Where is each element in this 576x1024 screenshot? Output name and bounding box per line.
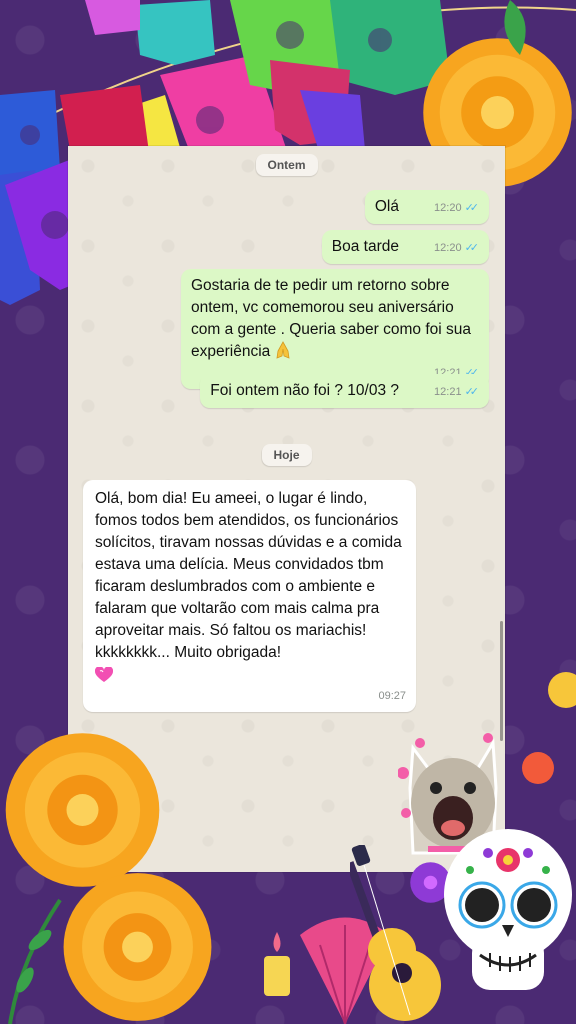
message-time: 12:20 xyxy=(434,202,462,214)
message-text-content: Gostaria de te pedir um retorno sobre on… xyxy=(191,277,472,360)
message-meta: 12:21 ✓✓ xyxy=(434,381,479,403)
message-text: Gostaria de te pedir um retorno sobre on… xyxy=(191,275,479,363)
message-text: Olá xyxy=(374,198,399,215)
double-check-icon: ✓✓ xyxy=(464,386,480,398)
pink-heart-emoji xyxy=(95,666,113,682)
message-text-content: Olá, bom dia! Eu ameei, o lugar é lindo,… xyxy=(95,490,402,661)
message-text: Boa tarde xyxy=(331,238,399,255)
message-time: 09:27 xyxy=(378,690,406,702)
double-check-icon: ✓✓ xyxy=(464,242,480,254)
cat-sticker[interactable] xyxy=(398,728,505,868)
date-divider-today: Hoje xyxy=(261,444,312,466)
message-bubble-incoming[interactable]: Olá, bom dia! Eu ameei, o lugar é lindo,… xyxy=(83,480,416,712)
message-time: 12:20 xyxy=(434,242,462,254)
message-bubble-outgoing[interactable]: Foi ontem não foi ? 10/03 ? 12:21 ✓✓ xyxy=(200,374,489,408)
message-bubble-outgoing[interactable]: Boa tarde 12:20 ✓✓ xyxy=(321,230,489,264)
date-divider-yesterday: Ontem xyxy=(255,154,318,176)
message-text: Olá, bom dia! Eu ameei, o lugar é lindo,… xyxy=(95,488,404,686)
message-text: Foi ontem não foi ? 10/03 ? xyxy=(210,382,399,399)
message-bubble-outgoing[interactable]: Olá 12:20 ✓✓ xyxy=(364,190,489,224)
chat-panel[interactable]: Ontem Olá 12:20 ✓✓ Boa tarde 12:20 ✓✓ Go… xyxy=(68,146,505,872)
message-meta: 12:20 ✓✓ xyxy=(434,197,479,219)
pray-emoji xyxy=(276,341,290,359)
message-meta: 12:20 ✓✓ xyxy=(434,237,479,259)
scrollbar[interactable] xyxy=(500,621,503,741)
message-time: 12:21 xyxy=(434,386,462,398)
message-bubble-outgoing[interactable]: Gostaria de te pedir um retorno sobre on… xyxy=(181,269,489,389)
double-check-icon: ✓✓ xyxy=(464,202,480,214)
message-meta: 09:27 xyxy=(378,685,406,707)
